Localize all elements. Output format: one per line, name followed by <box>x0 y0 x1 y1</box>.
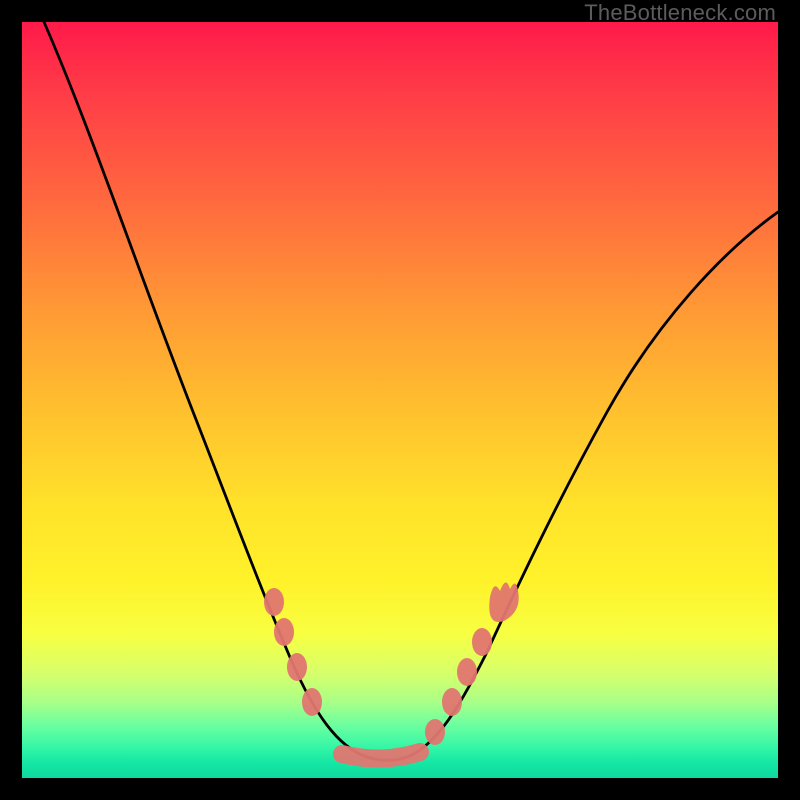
left-blob-1 <box>264 588 284 616</box>
curve-overlay <box>22 22 778 778</box>
right-blob-1 <box>425 719 445 745</box>
chart-frame: TheBottleneck.com <box>0 0 800 800</box>
bottleneck-curve <box>44 22 778 760</box>
right-blob-5 <box>489 582 518 622</box>
right-blob-3 <box>457 658 477 686</box>
trough-blob <box>342 752 420 759</box>
left-blob-2 <box>274 618 294 646</box>
right-blob-2 <box>442 688 462 716</box>
left-blob-3 <box>287 653 307 681</box>
curve-markers <box>264 582 519 758</box>
right-blob-4 <box>472 628 492 656</box>
left-blob-4 <box>302 688 322 716</box>
